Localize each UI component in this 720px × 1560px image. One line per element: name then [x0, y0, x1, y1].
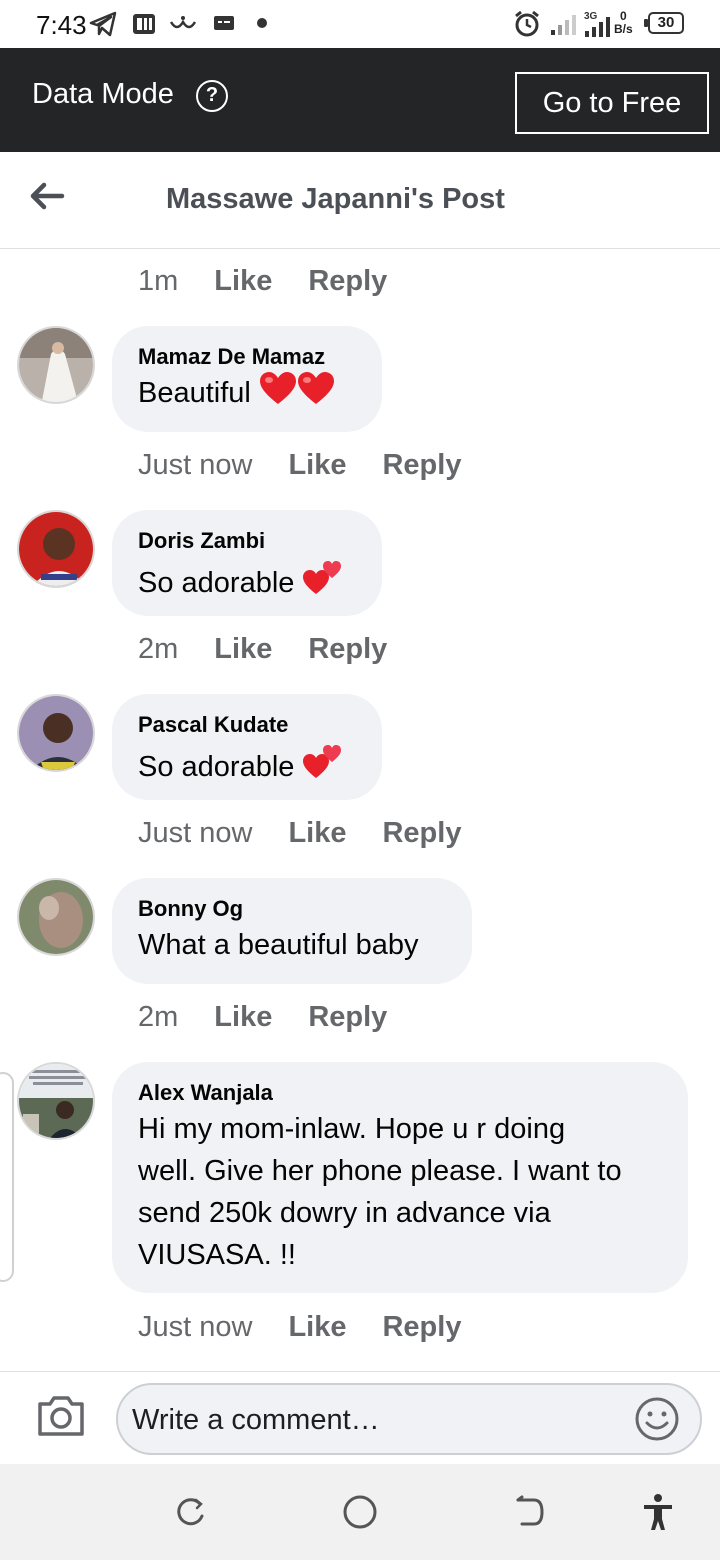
- comment-input[interactable]: Write a comment…: [116, 1383, 702, 1455]
- data-mode-label: Data Mode: [32, 78, 174, 110]
- comment-text: So adorable: [138, 556, 356, 608]
- comment-time: Just now: [138, 816, 253, 849]
- comment-time: Just now: [138, 1310, 253, 1343]
- side-handle: [0, 1072, 14, 1282]
- like-button[interactable]: Like: [214, 1001, 272, 1034]
- notification-dot-icon: [257, 18, 267, 28]
- post-header: Massawe Japanni's Post: [0, 152, 720, 249]
- comment-input-placeholder[interactable]: Write a comment…: [132, 1404, 380, 1437]
- network-speed-unit: B/s: [614, 22, 633, 36]
- avatar[interactable]: [17, 510, 95, 588]
- signal-icon: [548, 8, 578, 40]
- avatar[interactable]: [17, 878, 95, 956]
- reply-button[interactable]: Reply: [382, 1311, 461, 1344]
- comment-meta: 2m Like Reply: [138, 997, 387, 1037]
- comment-body: So adorable: [138, 567, 295, 599]
- reply-button[interactable]: Reply: [382, 449, 461, 482]
- telegram-icon: [88, 8, 118, 40]
- comment-body-line: well. Give her phone please. I want to: [138, 1155, 622, 1187]
- comment-meta: Just now Like Reply: [138, 445, 461, 485]
- comment-body-line: send 250k dowry in advance via: [138, 1197, 551, 1229]
- reply-button[interactable]: Reply: [308, 265, 387, 298]
- comment-bubble[interactable]: Pascal Kudate So adorable: [112, 694, 382, 800]
- comment-author[interactable]: Pascal Kudate: [138, 710, 356, 740]
- like-button[interactable]: Like: [288, 817, 346, 850]
- red-heart-icon: [297, 372, 335, 418]
- comment-time: 2m: [138, 632, 179, 665]
- accessibility-icon[interactable]: [638, 1492, 678, 1532]
- comment-author[interactable]: Bonny Og: [138, 894, 446, 924]
- like-button[interactable]: Like: [288, 1311, 346, 1344]
- app-notification-icon: [166, 8, 200, 40]
- two-hearts-icon: [302, 740, 344, 792]
- camera-icon[interactable]: [36, 1392, 86, 1438]
- recent-apps-icon[interactable]: [170, 1492, 210, 1532]
- avatar[interactable]: [17, 1062, 95, 1140]
- like-button[interactable]: Like: [214, 633, 272, 666]
- battery-icon: 30: [644, 12, 684, 34]
- comment-text: Beautiful: [138, 372, 356, 418]
- comment-meta: Just now Like Reply: [138, 1307, 461, 1347]
- comment-meta: 2m Like Reply: [138, 629, 387, 669]
- comment-meta: Just now Like Reply: [138, 813, 461, 853]
- comment-meta: 1m Like Reply: [138, 261, 387, 301]
- help-icon[interactable]: ?: [196, 80, 228, 112]
- network-speed: 0 B/s: [614, 10, 633, 36]
- svg-text:3G: 3G: [584, 11, 598, 22]
- signal-3g-icon: 3G: [580, 8, 612, 40]
- red-heart-icon: [259, 372, 297, 418]
- comment-body: What a beautiful baby: [138, 929, 419, 961]
- comment-bubble[interactable]: Alex Wanjala Hi my mom-inlaw. Hope u r d…: [112, 1062, 688, 1293]
- like-button[interactable]: Like: [288, 449, 346, 482]
- comment-time: Just now: [138, 448, 253, 481]
- back-arrow-icon[interactable]: [28, 178, 68, 214]
- comment-bubble[interactable]: Mamaz De Mamaz Beautiful: [112, 326, 382, 432]
- avatar[interactable]: [17, 326, 95, 404]
- avatar[interactable]: [17, 694, 95, 772]
- emoji-icon[interactable]: [634, 1396, 680, 1442]
- reply-button[interactable]: Reply: [308, 633, 387, 666]
- comment-body: So adorable: [138, 751, 295, 783]
- like-button[interactable]: Like: [214, 265, 272, 298]
- status-time: 7:43: [36, 10, 87, 40]
- news-app-icon: [130, 8, 158, 40]
- status-bar: 7:43 3G 0 B/s 30: [0, 0, 720, 48]
- home-icon[interactable]: [340, 1492, 380, 1532]
- alarm-icon: [512, 8, 542, 40]
- comment-list[interactable]: 1m Like Reply Mamaz De Mamaz Beautiful J…: [0, 249, 720, 1371]
- go-to-free-button[interactable]: Go to Free: [515, 72, 709, 134]
- comment-time: 2m: [138, 1000, 179, 1033]
- reply-button[interactable]: Reply: [382, 817, 461, 850]
- comment-body: Beautiful: [138, 377, 251, 409]
- two-hearts-icon: [302, 556, 344, 608]
- comment-bubble[interactable]: Doris Zambi So adorable: [112, 510, 382, 616]
- page-title: Massawe Japanni's Post: [166, 183, 505, 215]
- comment-body-line: Hi my mom-inlaw. Hope u r doing: [138, 1113, 566, 1145]
- comment-author[interactable]: Doris Zambi: [138, 526, 356, 556]
- back-icon[interactable]: [510, 1492, 550, 1532]
- system-nav-bar: [0, 1464, 720, 1560]
- message-icon: [210, 8, 238, 40]
- comment-time: 1m: [138, 264, 179, 297]
- comment-author[interactable]: Alex Wanjala: [138, 1078, 662, 1108]
- reply-button[interactable]: Reply: [308, 1001, 387, 1034]
- comment-text: So adorable: [138, 740, 356, 792]
- comment-composer: Write a comment…: [0, 1371, 720, 1464]
- comment-bubble[interactable]: Bonny Og What a beautiful baby: [112, 878, 472, 984]
- comment-author[interactable]: Mamaz De Mamaz: [138, 342, 356, 372]
- comment-body-line: VIUSASA. !!: [138, 1239, 296, 1271]
- data-mode-banner: Data Mode ? Go to Free: [0, 48, 720, 152]
